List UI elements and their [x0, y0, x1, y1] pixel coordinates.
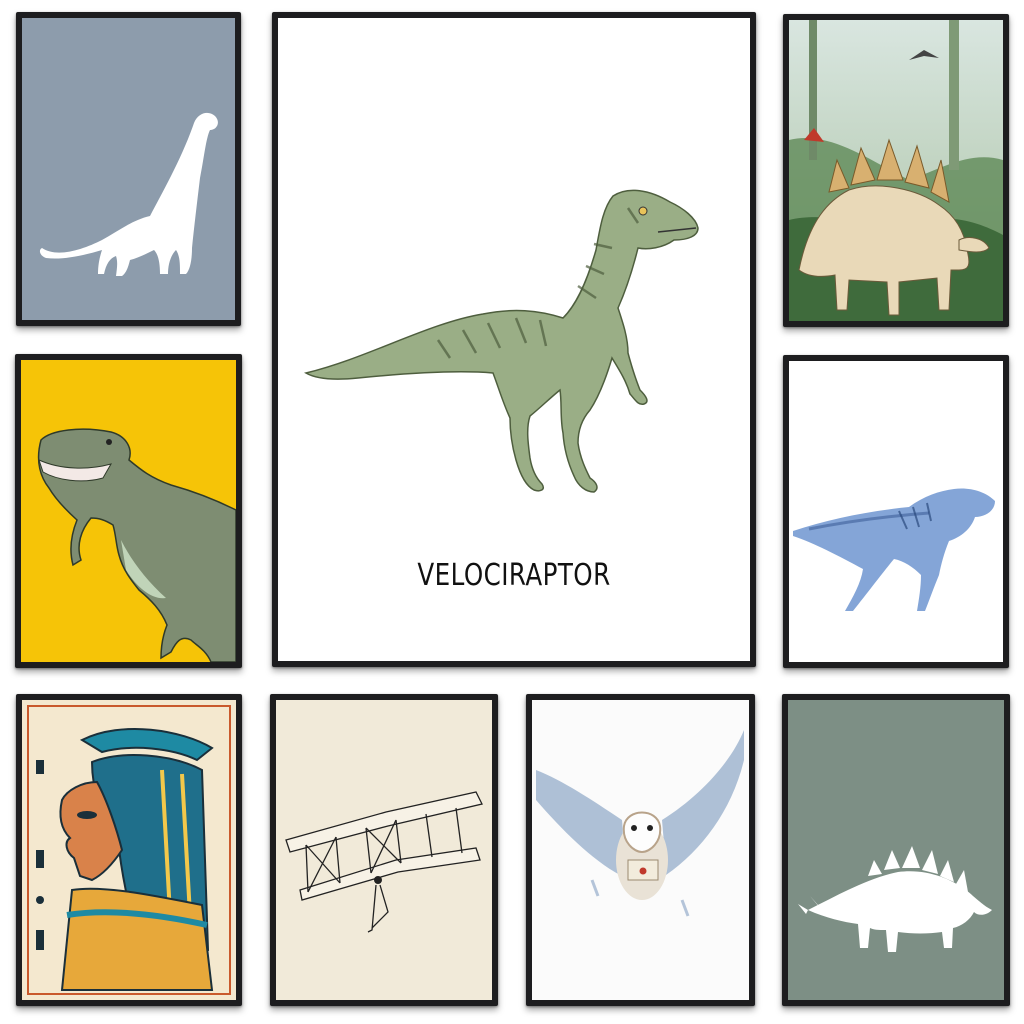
stegosaurus-silhouette-illustration: [788, 700, 1004, 1000]
stegosaurus-silhouette-poster: [782, 694, 1010, 1006]
vintage-glider-illustration: [276, 700, 492, 1000]
egyptian-queen-illustration: [22, 700, 236, 1000]
t-rex-yellow-poster: [15, 354, 242, 668]
vintage-glider-poster: [270, 694, 498, 1006]
poster-title: VELOCIRAPTOR: [417, 558, 611, 593]
barn-owl-poster: [526, 694, 755, 1006]
velociraptor-poster: VELOCIRAPTOR: [272, 12, 756, 667]
watercolor-t-rex-illustration: [789, 361, 1003, 662]
egyptian-queen-poster: [16, 694, 242, 1006]
watercolor-t-rex-poster: [783, 355, 1009, 668]
barn-owl-illustration: [532, 700, 749, 1000]
stegosaurus-jungle-poster: [783, 14, 1009, 327]
t-rex-illustration: [21, 360, 236, 662]
brachiosaurus-poster: [16, 12, 241, 326]
stegosaurus-jungle-illustration: [789, 20, 1003, 321]
brachiosaurus-illustration: [22, 18, 235, 320]
